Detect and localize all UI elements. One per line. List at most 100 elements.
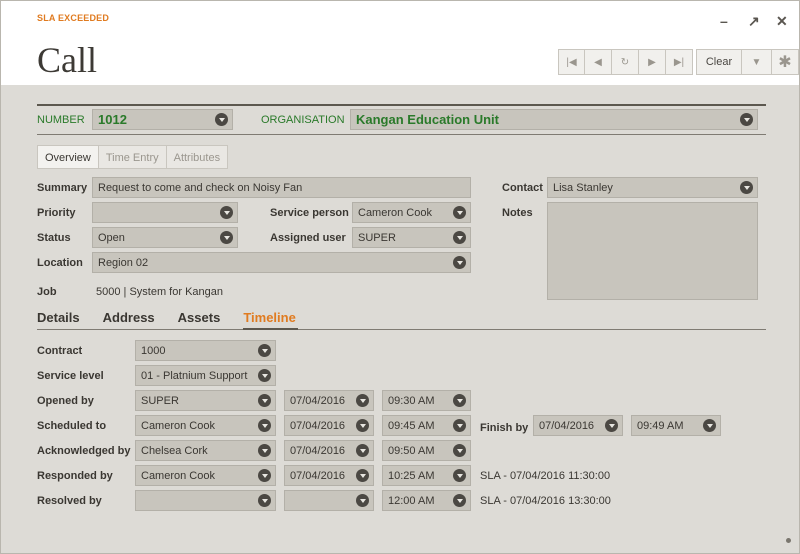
resolved-by-field[interactable] xyxy=(135,490,276,511)
responded-by-value: Cameron Cook xyxy=(141,470,215,482)
next-record-icon[interactable]: ▶ xyxy=(639,49,666,75)
tab-time-entry[interactable]: Time Entry xyxy=(98,145,167,169)
responded-time-field[interactable]: 10:25 AM xyxy=(382,465,471,486)
maximize-icon[interactable]: ↗ xyxy=(748,13,760,30)
resolved-time: 12:00 AM xyxy=(388,495,435,507)
chevron-down-icon[interactable] xyxy=(453,394,466,407)
opened-by-field[interactable]: SUPER xyxy=(135,390,276,411)
scheduled-time: 09:45 AM xyxy=(388,420,435,432)
close-icon[interactable]: ✕ xyxy=(776,13,788,30)
chevron-down-icon[interactable] xyxy=(258,494,271,507)
responded-by-field[interactable]: Cameron Cook xyxy=(135,465,276,486)
first-record-icon[interactable]: |◀ xyxy=(558,49,585,75)
responded-date-field[interactable]: 07/04/2016 xyxy=(284,465,374,486)
tab-overview[interactable]: Overview xyxy=(37,145,99,169)
chevron-down-icon[interactable] xyxy=(258,444,271,457)
summary-label: Summary xyxy=(37,182,88,194)
chevron-down-icon[interactable] xyxy=(356,494,369,507)
chevron-down-icon[interactable] xyxy=(258,369,271,382)
location-field[interactable]: Region 02 xyxy=(92,252,471,273)
header: SLA EXCEEDED Call – ↗ ✕ |◀ ◀ ↻ ▶ ▶| Clea… xyxy=(1,1,799,85)
previous-record-icon[interactable]: ◀ xyxy=(585,49,612,75)
last-record-icon[interactable]: ▶| xyxy=(666,49,693,75)
organisation-field[interactable]: Kangan Education Unit xyxy=(350,109,758,130)
responded-sla-text: SLA - 07/04/2016 11:30:00 xyxy=(480,470,611,482)
chevron-down-icon[interactable] xyxy=(356,444,369,457)
resize-handle[interactable] xyxy=(786,538,791,543)
contract-field[interactable]: 1000 xyxy=(135,340,276,361)
chevron-down-icon[interactable] xyxy=(356,394,369,407)
opened-by-value: SUPER xyxy=(141,395,179,407)
tab-bar-large: Details Address Assets Timeline xyxy=(37,310,296,325)
job-value: 5000 | System for Kangan xyxy=(96,286,223,298)
chevron-down-icon[interactable] xyxy=(453,444,466,457)
scheduled-to-value: Cameron Cook xyxy=(141,420,215,432)
chevron-down-icon[interactable] xyxy=(356,419,369,432)
chevron-down-icon[interactable] xyxy=(703,419,716,432)
chevron-down-icon[interactable] xyxy=(258,344,271,357)
acknowledged-by-field[interactable]: Chelsea Cork xyxy=(135,440,276,461)
clear-button[interactable]: Clear xyxy=(696,49,742,75)
acknowledged-time-field[interactable]: 09:50 AM xyxy=(382,440,471,461)
chevron-down-icon[interactable] xyxy=(220,206,233,219)
chevron-down-icon[interactable] xyxy=(356,469,369,482)
scheduled-time-field[interactable]: 09:45 AM xyxy=(382,415,471,436)
priority-field[interactable] xyxy=(92,202,238,223)
resolved-by-label: Resolved by xyxy=(37,495,102,507)
status-field[interactable]: Open xyxy=(92,227,238,248)
minimize-icon[interactable]: – xyxy=(720,13,728,29)
chevron-down-icon[interactable] xyxy=(453,419,466,432)
tab-attributes[interactable]: Attributes xyxy=(166,145,229,169)
call-window: SLA EXCEEDED Call – ↗ ✕ |◀ ◀ ↻ ▶ ▶| Clea… xyxy=(0,0,800,554)
chevron-down-icon[interactable] xyxy=(740,113,753,126)
responded-date: 07/04/2016 xyxy=(290,470,346,482)
contact-field[interactable]: Lisa Stanley xyxy=(547,177,758,198)
job-label: Job xyxy=(37,286,57,298)
chevron-down-icon[interactable] xyxy=(258,469,271,482)
chevron-down-icon[interactable] xyxy=(740,181,753,194)
chevron-down-icon[interactable]: ▼ xyxy=(742,49,772,75)
page-title: Call xyxy=(37,40,97,80)
notes-textarea[interactable] xyxy=(547,202,758,300)
chevron-down-icon[interactable] xyxy=(605,419,618,432)
opened-date: 07/04/2016 xyxy=(290,395,346,407)
resolved-time-field[interactable]: 12:00 AM xyxy=(382,490,471,511)
service-person-label: Service person xyxy=(270,207,349,219)
record-navigation-toolbar: |◀ ◀ ↻ ▶ ▶| xyxy=(558,49,693,75)
assigned-user-field[interactable]: SUPER xyxy=(352,227,471,248)
assigned-user-label: Assigned user xyxy=(270,232,346,244)
scheduled-date-field[interactable]: 07/04/2016 xyxy=(284,415,374,436)
scheduled-to-field[interactable]: Cameron Cook xyxy=(135,415,276,436)
chevron-down-icon[interactable] xyxy=(258,419,271,432)
priority-label: Priority xyxy=(37,207,76,219)
chevron-down-icon[interactable] xyxy=(453,256,466,269)
tab-assets[interactable]: Assets xyxy=(178,310,221,325)
summary-field[interactable]: Request to come and check on Noisy Fan xyxy=(92,177,471,198)
finish-date: 07/04/2016 xyxy=(539,420,595,432)
assigned-user-value: SUPER xyxy=(358,232,396,244)
tab-details[interactable]: Details xyxy=(37,310,80,325)
service-level-field[interactable]: 01 - Platnium Support xyxy=(135,365,276,386)
finish-date-field[interactable]: 07/04/2016 xyxy=(533,415,623,436)
chevron-down-icon[interactable] xyxy=(215,113,228,126)
service-person-field[interactable]: Cameron Cook xyxy=(352,202,471,223)
tab-timeline[interactable]: Timeline xyxy=(243,310,296,325)
chevron-down-icon[interactable] xyxy=(220,231,233,244)
finish-time: 09:49 AM xyxy=(637,420,684,432)
chevron-down-icon[interactable] xyxy=(453,206,466,219)
opened-time-field[interactable]: 09:30 AM xyxy=(382,390,471,411)
refresh-icon[interactable]: ↻ xyxy=(612,49,639,75)
chevron-down-icon[interactable] xyxy=(453,494,466,507)
number-field[interactable]: 1012 xyxy=(92,109,233,130)
chevron-down-icon[interactable] xyxy=(258,394,271,407)
opened-date-field[interactable]: 07/04/2016 xyxy=(284,390,374,411)
asterisk-icon[interactable]: ✱ xyxy=(771,49,799,75)
chevron-down-icon[interactable] xyxy=(453,231,466,244)
resolved-date-field[interactable] xyxy=(284,490,374,511)
divider xyxy=(37,134,766,135)
tab-bar-small: Overview Time Entry Attributes xyxy=(37,145,229,169)
acknowledged-date-field[interactable]: 07/04/2016 xyxy=(284,440,374,461)
chevron-down-icon[interactable] xyxy=(453,469,466,482)
tab-address[interactable]: Address xyxy=(103,310,155,325)
finish-time-field[interactable]: 09:49 AM xyxy=(631,415,721,436)
